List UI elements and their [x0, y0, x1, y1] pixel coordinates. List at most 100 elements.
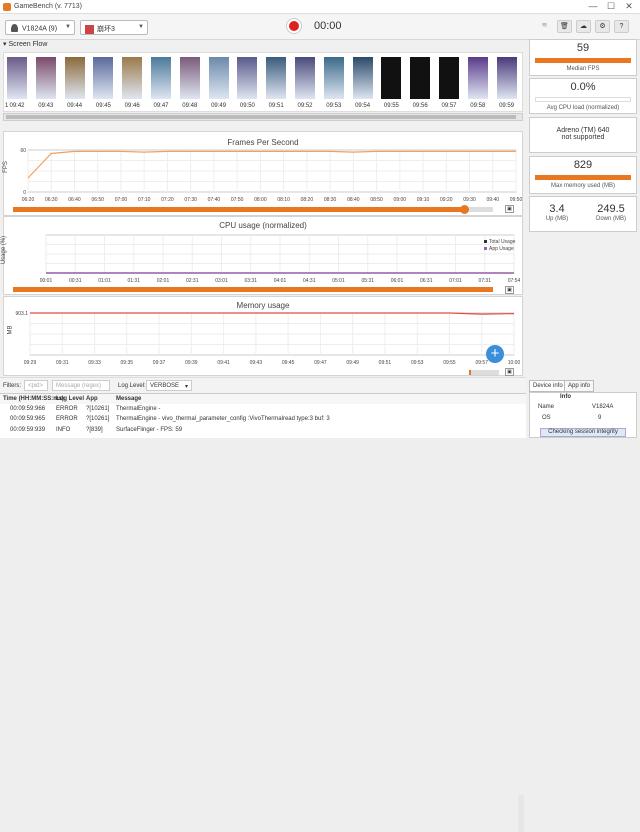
slider-fill — [13, 287, 493, 292]
screen-flow-frame[interactable] — [381, 57, 402, 99]
screen-flow-frame[interactable] — [352, 57, 373, 99]
frame-time-label: 09:55 — [383, 103, 399, 109]
cpu-range-slider[interactable] — [13, 287, 493, 292]
x-tick-label: 09:00 — [394, 197, 407, 202]
minimize-button[interactable]: — — [586, 1, 600, 11]
log-scrollbar[interactable] — [518, 795, 524, 832]
session-status: Checking session integrity — [540, 428, 626, 437]
message-filter-input[interactable]: Message (regex) — [52, 380, 110, 391]
screen-flow-frame[interactable] — [467, 57, 488, 99]
frame-time-label: 09:46 — [124, 103, 140, 109]
log-level: INFO — [56, 427, 71, 433]
frame-time-label: 09:48 — [182, 103, 198, 109]
legend-label: App Usage — [489, 246, 514, 252]
x-tick-label: 09:39 — [185, 360, 198, 365]
app-icon — [85, 24, 94, 34]
log-row[interactable]: 00:09:59:966 ERROR ?[10261] ThermalEngin… — [0, 404, 526, 414]
x-tick-label: 09:10 — [417, 197, 430, 202]
screen-flow-frame[interactable] — [410, 57, 431, 99]
screen-flow-frame[interactable] — [64, 57, 85, 99]
screen-flow-frame[interactable] — [208, 57, 229, 99]
screen-flow-frame[interactable] — [7, 57, 27, 99]
wifi-icon[interactable]: ≋ — [537, 20, 552, 33]
tab-app-info[interactable]: App info — [564, 380, 595, 392]
log-row[interactable]: 00:09:59:965 ERROR ?[10261] ThermalEngin… — [0, 414, 526, 424]
cpu-card: 0.0% Avg CPU load (normalized) — [529, 78, 637, 114]
app-name: 崩坏3 — [97, 26, 115, 33]
help-icon[interactable]: ? — [614, 20, 629, 33]
screen-flow-label: Screen Flow — [8, 41, 48, 48]
x-tick-label: 08:40 — [347, 197, 360, 202]
lock-icon[interactable]: ▣ — [505, 205, 514, 213]
y-tick-label: 903.1 — [15, 311, 28, 317]
close-button[interactable]: ✕ — [622, 1, 636, 12]
screen-flow-scrollbar[interactable] — [3, 113, 523, 121]
screen-flow-frame[interactable] — [295, 57, 315, 99]
frame-time-label: 09:50 — [239, 103, 255, 109]
upload-stat: 3.4 Up (MB) — [530, 203, 584, 222]
frame-time-label: 09:47 — [153, 103, 169, 109]
cloud-upload-icon[interactable]: ☁ — [576, 20, 591, 33]
memory-panel: Memory usage MB 09:29 09:31 09:33 09:35 09:3… — [3, 296, 523, 376]
y-tick-label: 60 — [20, 148, 26, 154]
log-row[interactable]: 00:09:59:939 INFO ?[839] SurfaceFlinger … — [0, 425, 526, 435]
gamebench-logo-icon — [3, 3, 11, 11]
screen-flow-frame[interactable] — [237, 57, 258, 99]
screen-flow-frame[interactable] — [122, 57, 143, 99]
log-app: ?[839] — [86, 427, 103, 433]
x-tick-label: 09:53 — [411, 360, 424, 365]
tab-device-info[interactable]: Device info — [529, 380, 567, 392]
maximize-button[interactable]: ☐ — [604, 1, 618, 12]
frame-time-label: 09:56 — [412, 103, 428, 109]
memory-range-slider[interactable] — [469, 370, 499, 375]
log-level-select[interactable]: VERBOSE ▾ — [146, 380, 192, 391]
screen-flow-frame[interactable] — [151, 57, 171, 99]
fps-range-slider[interactable] — [13, 205, 493, 214]
slider-knob[interactable] — [460, 205, 470, 214]
screen-flow-frame[interactable] — [266, 57, 287, 99]
add-marker-button[interactable]: + — [486, 345, 504, 363]
device-name: V1824A (9) — [22, 25, 58, 33]
download-value: 249.5 — [597, 203, 625, 215]
app-select[interactable]: 崩坏3 ▼ — [80, 20, 148, 35]
upload-value: 3.4 — [549, 203, 565, 215]
log-app: ?[10261] — [86, 416, 110, 422]
median-fps-label: Median FPS — [566, 66, 600, 72]
settings-icon[interactable]: ⚙ — [595, 20, 610, 33]
screen-flow-frame[interactable] — [93, 57, 114, 99]
memory-card: 829 Max memory used (MB) — [529, 156, 637, 194]
x-tick-label: 06:30 — [45, 197, 58, 202]
screen-flow-frame[interactable] — [439, 57, 459, 99]
x-tick-label: 09:47 — [314, 360, 327, 365]
x-tick-label: 09:33 — [88, 360, 101, 365]
x-tick-label: 09:29 — [24, 360, 37, 365]
trash-icon[interactable]: 🗑 — [557, 20, 572, 33]
log-header-row: Time (HH:MM:SS:ms) Log Level App Message — [0, 394, 526, 404]
record-button[interactable] — [287, 19, 301, 33]
gpu-card: Adreno (TM) 640 not supported — [529, 117, 637, 153]
memory-label: Max memory used (MB) — [550, 183, 615, 189]
frame-time-label: 09:49 — [211, 103, 227, 109]
screen-flow-frame[interactable] — [179, 57, 200, 99]
cpu-chart: 00:01 00:31 01:01 01:31 02:01 02:31 03:01 03:31… — [40, 234, 520, 283]
memory-bar — [535, 175, 631, 180]
pid-filter-input[interactable]: <pid> — [24, 380, 48, 391]
lock-icon[interactable]: ▣ — [505, 368, 514, 376]
name-value: V1824A — [592, 404, 614, 410]
frame-time-label: 09:42 — [9, 103, 25, 109]
screen-flow-frame[interactable] — [323, 57, 344, 99]
cpu-value: 0.0% — [570, 81, 596, 93]
x-tick-label: 09:49 — [346, 360, 359, 365]
log-message: ThermalEngine - — [116, 406, 161, 412]
x-tick-label: 02:31 — [186, 278, 199, 283]
scroll-thumb[interactable] — [6, 115, 516, 119]
device-select[interactable]: V1824A (9) ▼ — [5, 20, 75, 35]
lock-icon[interactable]: ▣ — [505, 286, 514, 294]
x-tick-label: 10:00 — [508, 360, 520, 365]
screen-flow-frame[interactable] — [35, 57, 56, 99]
x-tick-label: 06:01 — [391, 278, 404, 283]
screen-flow-header[interactable]: ▾ Screen Flow — [3, 40, 523, 50]
screen-flow-frame[interactable] — [496, 57, 517, 99]
cpu-chart-title: CPU usage (normalized) — [219, 221, 307, 230]
x-tick-label: 01:31 — [127, 278, 140, 283]
